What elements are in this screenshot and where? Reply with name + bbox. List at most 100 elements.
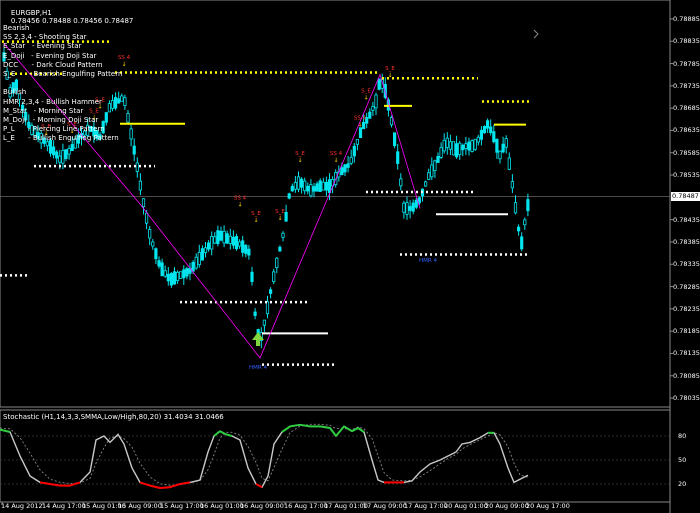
candle-body: [473, 138, 477, 150]
candle-body: [523, 219, 527, 226]
candle-body: [52, 146, 56, 156]
price-tick-label: 0.78785: [673, 59, 700, 68]
price-tick-label: 0.78735: [673, 81, 700, 90]
candle-body: [303, 180, 307, 192]
candle-body: [396, 151, 400, 164]
candle-body: [358, 127, 363, 139]
stoch-signal-line: [0, 423, 529, 486]
candle-body: [194, 256, 198, 269]
time-tick-label: 15 Aug 09:00: [118, 502, 162, 510]
candle-body: [495, 138, 499, 153]
candle-body: [138, 180, 142, 191]
candle-body: [123, 97, 127, 107]
candle-body: [526, 199, 530, 212]
stoch-overbought-segment: [351, 427, 359, 433]
price-tick-label: 0.78585: [673, 148, 700, 157]
candle-body: [343, 164, 347, 173]
candle-body: [517, 226, 521, 232]
candle-body: [377, 78, 381, 90]
candle-body: [374, 94, 378, 109]
candle-body: [154, 248, 158, 260]
candle-body: [498, 150, 502, 160]
price-tick-label: 0.78885: [673, 14, 700, 23]
time-tick-label: 20 Aug 09:00: [485, 502, 529, 510]
candle-body: [135, 162, 139, 172]
time-tick-label: 20 Aug 17:00: [526, 502, 570, 510]
candle-body: [175, 271, 180, 282]
candle-body: [504, 138, 508, 148]
candle-body: [253, 311, 257, 316]
candle-body: [191, 261, 195, 272]
arrow-down-icon: ↓: [237, 202, 242, 209]
pattern-legend: Bearish SS 2,3,4 - Shooting Star E_Star - …: [3, 24, 122, 144]
stoch-oversold-segment: [255, 483, 263, 489]
candle-body: [324, 181, 329, 191]
candle-body: [70, 144, 74, 152]
candle-body: [485, 120, 490, 129]
stoch-level-label: 80: [678, 432, 686, 440]
candle-body: [169, 272, 173, 286]
candle-body: [436, 156, 440, 163]
candle-body: [461, 144, 465, 151]
legend-line: HMR 2,3,4 - Bullish Hammer: [3, 97, 102, 106]
candle-body: [213, 236, 217, 244]
candle-body: [182, 269, 186, 279]
candle-body: [482, 125, 487, 134]
price-tick-label: 0.78185: [673, 327, 700, 336]
candle-body: [414, 199, 418, 208]
legend-line: SS 2,3,4 - Shooting Star: [3, 33, 87, 42]
scroll-indicator-icon: [533, 29, 539, 39]
candle-body: [355, 139, 360, 145]
arrow-down-icon: ↓: [277, 215, 282, 222]
candle-body: [197, 251, 201, 266]
time-tick-label: 14 Aug 2012: [1, 502, 43, 510]
candle-body: [234, 236, 239, 250]
candle-body: [451, 141, 456, 156]
candle-body: [501, 143, 505, 153]
pattern-marker-label: HMR 4: [419, 258, 437, 264]
stoch-overbought-segment: [329, 427, 337, 437]
price-tick-label: 0.78035: [673, 394, 700, 403]
stoch-overbought-segment: [289, 423, 301, 428]
stoch-oversold-segment: [169, 483, 181, 489]
candle-body: [430, 164, 434, 178]
candle-body: [166, 273, 170, 282]
candle-body: [340, 167, 344, 175]
trading-chart[interactable]: SS 4 ↓ S_E ↓ S_E ↓ S_E ↓ S_E ↓ SS 4 ↓ S_E ↓ S_E ↓ S_E ↓ SS…: [0, 0, 700, 513]
price-tick-label: 0.78085: [673, 371, 700, 380]
candle-body: [185, 268, 189, 277]
stoch-frame: [0, 409, 671, 503]
candle-body: [296, 176, 301, 190]
price-tick-label: 0.78685: [673, 104, 700, 113]
arrow-down-icon: ↓: [363, 95, 368, 102]
time-tick-label: 14 Aug 17:00: [42, 502, 86, 510]
candle-body: [445, 137, 449, 148]
price-tick-label: 0.78435: [673, 215, 700, 224]
candle-body: [241, 240, 245, 253]
candle-body: [411, 202, 415, 212]
candle-body: [237, 241, 242, 247]
time-tick-label: 17 Aug 01:00: [324, 502, 368, 510]
pattern-marker-label: HMR 4: [249, 365, 267, 371]
candle-body: [349, 156, 353, 164]
candle-body: [148, 229, 152, 239]
candle-body: [222, 230, 226, 244]
candle-body: [433, 160, 437, 172]
candle-body: [352, 145, 356, 157]
candle-body: [442, 139, 446, 152]
candle-body: [206, 242, 211, 250]
legend-line: L_E - Bullish Engulfing Pattern: [3, 134, 119, 143]
time-tick-label: 16 Aug 09:00: [240, 502, 284, 510]
price-tick-label: 0.78235: [673, 304, 700, 313]
stoch-overbought-segment: [213, 430, 221, 437]
candle-body: [244, 244, 248, 254]
candle-body: [309, 184, 313, 197]
symbol-label: EURGBP,H1: [10, 9, 52, 17]
candle-body: [61, 150, 65, 164]
price-tick-label: 0.78835: [673, 37, 700, 46]
candle-body: [327, 179, 332, 194]
arrow-down-icon: ↓: [387, 72, 392, 79]
candle-body: [210, 235, 214, 250]
candle-body: [179, 271, 183, 279]
candle-body: [129, 128, 133, 140]
